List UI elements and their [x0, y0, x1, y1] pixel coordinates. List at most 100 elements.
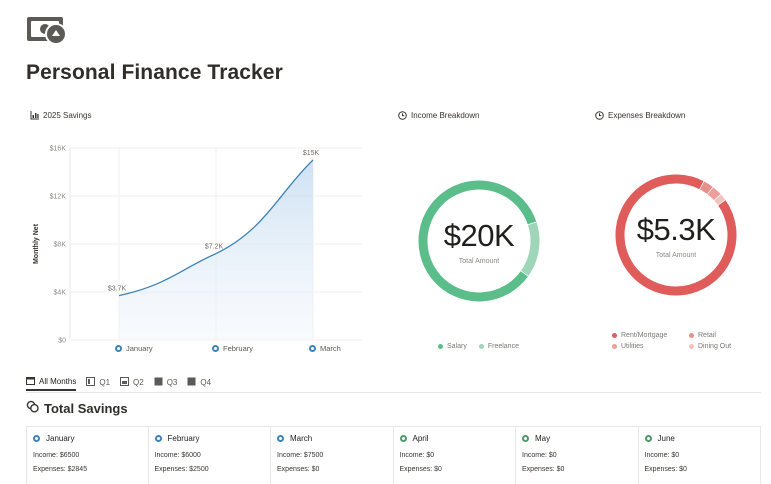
expenses-donut-chart: $5.3K Total Amount	[613, 172, 739, 298]
month-dot-icon	[212, 345, 219, 352]
rent-legend-dot	[612, 333, 617, 338]
tab-q4[interactable]: Q4	[187, 374, 211, 391]
month-cards: January Income: $6500 Expenses: $2845 Fe…	[26, 426, 762, 484]
donut-slice-retail	[699, 181, 713, 195]
tab-label: Q2	[133, 378, 144, 387]
calendar-icon	[26, 376, 35, 387]
month-card-title: March	[277, 434, 387, 443]
month-card-january[interactable]: January Income: $6500 Expenses: $2845	[26, 426, 149, 484]
dining-legend-dot	[689, 344, 694, 349]
x-category-march: March	[309, 344, 341, 353]
month-name: April	[412, 434, 429, 443]
x-category-january: January	[115, 344, 153, 353]
savings-chart-title: 2025 Savings	[43, 111, 92, 120]
month-card-february[interactable]: February Income: $6000 Expenses: $2500	[148, 426, 272, 484]
savings-data-label: $15K	[303, 150, 320, 157]
retail-legend-dot	[689, 333, 694, 338]
page-title: Personal Finance Tracker	[26, 61, 283, 84]
tab-all-months[interactable]: All Months	[26, 374, 77, 391]
income-legend: Salary Freelance	[438, 343, 519, 350]
legend-rent: Rent/Mortgage	[621, 332, 668, 339]
board-icon	[86, 377, 96, 388]
tab-label: Q4	[200, 378, 212, 387]
y-tick-label: $8K	[54, 242, 67, 249]
month-expenses: Expenses: $0	[399, 466, 442, 473]
month-name: June	[657, 434, 675, 443]
coins-icon	[26, 400, 39, 416]
expenses-total-value: $5.3K	[636, 212, 716, 247]
savings-chart-svg: $0 $4K $8K $12K $16K Monthly Net $3.7K $7.2K $15…	[33, 146, 362, 345]
x-category-february: February	[212, 344, 253, 353]
status-circle-icon	[154, 435, 162, 442]
status-circle-icon	[522, 435, 530, 442]
month-income: Income: $0	[644, 452, 680, 459]
legend-retail: Retail	[698, 332, 716, 339]
x-tick-label: February	[223, 344, 254, 353]
expenses-legend-row1: Rent/Mortgage Retail	[612, 332, 716, 339]
view-tabs: All Months Q1 Q2 Q3 Q4	[26, 374, 221, 391]
savings-data-label: $7.2K	[205, 244, 224, 251]
status-circle-icon	[277, 435, 285, 442]
legend-freelance: Freelance	[487, 343, 519, 350]
month-card-title: June	[644, 434, 755, 443]
freelance-legend-dot	[478, 344, 484, 349]
month-name: January	[46, 434, 75, 443]
board-icon	[154, 377, 163, 388]
legend-dining: Dining Out	[698, 343, 732, 350]
y-axis-title: Monthly Net	[33, 223, 40, 264]
month-card-title: January	[33, 434, 142, 443]
tab-q3[interactable]: Q3	[154, 374, 178, 391]
status-circle-icon	[33, 435, 40, 442]
tabs-divider	[26, 392, 761, 393]
month-dot-icon	[115, 345, 122, 352]
salary-legend-dot	[438, 344, 443, 349]
month-dot-icon	[309, 345, 316, 352]
total-savings-title: Total Savings	[44, 400, 128, 416]
savings-area-chart: $0 $4K $8K $12K $16K Monthly Net $3.7K $7.2K $15…	[26, 128, 376, 363]
income-header: Income Breakdown	[398, 111, 479, 120]
month-card-march[interactable]: March Income: $7500 Expenses: $0	[271, 426, 394, 484]
month-card-april[interactable]: April Income: $0 Expenses: $0	[393, 426, 517, 484]
month-income: Income: $0	[399, 452, 435, 459]
y-tick-label: $4K	[54, 290, 67, 297]
donut-slice-utilities	[707, 187, 721, 201]
month-card-may[interactable]: May Income: $0 Expenses: $0	[516, 426, 639, 484]
month-card-title: April	[399, 434, 510, 443]
y-tick-label: $0	[58, 338, 66, 345]
month-card-june[interactable]: June Income: $0 Expenses: $0	[638, 426, 762, 484]
month-card-title: May	[522, 434, 632, 443]
legend-salary: Salary	[447, 343, 467, 350]
month-expenses: Expenses: $0	[522, 466, 565, 473]
clock-icon	[595, 111, 604, 120]
income-donut-chart: $20K Total Amount	[416, 178, 542, 304]
tab-q2[interactable]: Q2	[120, 374, 144, 391]
clock-icon	[398, 111, 407, 120]
month-expenses: Expenses: $0	[644, 466, 687, 473]
bar-chart-icon	[30, 111, 39, 120]
total-savings-heading: Total Savings	[26, 400, 128, 416]
legend-utilities: Utilities	[621, 343, 644, 350]
expenses-legend-row2: Utilities Dining Out	[612, 343, 731, 350]
money-bill-icon	[26, 14, 72, 48]
month-expenses: Expenses: $2845	[33, 466, 88, 473]
status-circle-icon	[644, 435, 652, 442]
tab-label: Q3	[166, 378, 178, 387]
expenses-header-title: Expenses Breakdown	[608, 111, 686, 120]
month-income: Income: $6500	[33, 452, 80, 459]
donut-slice-dining-out	[714, 194, 726, 205]
income-header-title: Income Breakdown	[411, 111, 480, 120]
expenses-total-label: Total Amount	[655, 252, 697, 259]
y-tick-label: $12K	[50, 194, 67, 201]
utilities-legend-dot	[612, 344, 617, 349]
month-card-title: February	[154, 434, 265, 443]
tab-label: All Months	[39, 377, 77, 386]
tab-q1[interactable]: Q1	[86, 374, 110, 391]
month-name: February	[167, 434, 200, 443]
month-expenses: Expenses: $0	[277, 466, 320, 473]
expenses-header: Expenses Breakdown	[595, 111, 685, 120]
savings-data-label: $3.7K	[108, 286, 127, 293]
x-tick-label: January	[126, 344, 153, 353]
month-name: March	[290, 434, 313, 443]
board-icon	[187, 377, 196, 388]
month-name: May	[535, 434, 551, 443]
